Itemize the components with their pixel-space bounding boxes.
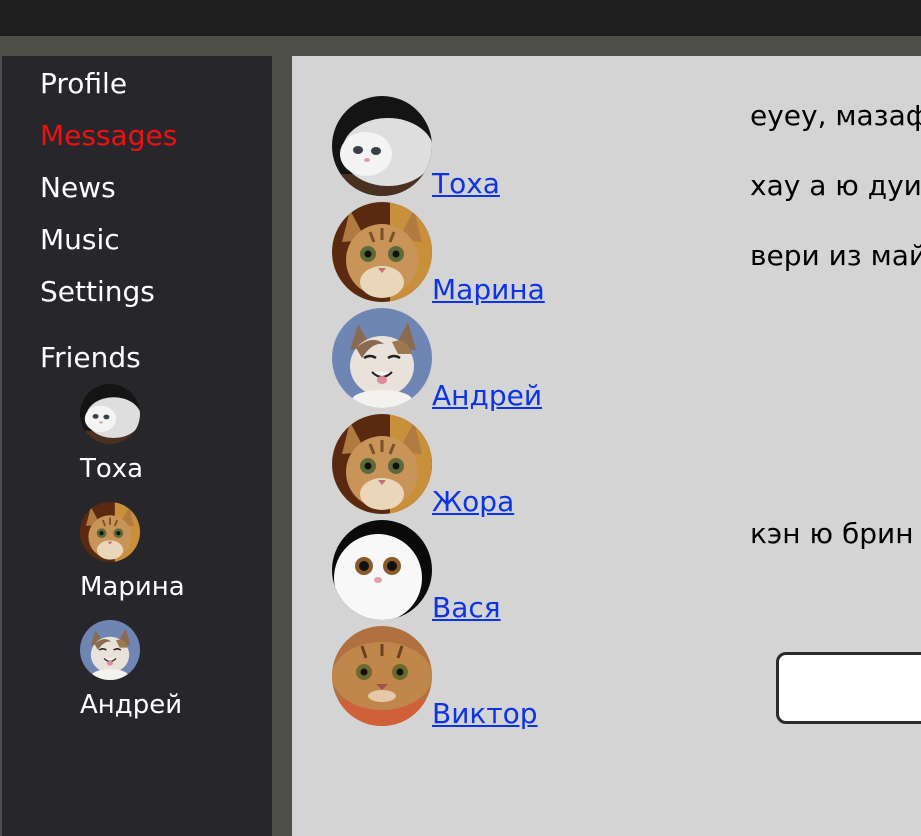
avatar (332, 626, 432, 726)
avatar (80, 620, 140, 680)
nav-profile-link[interactable]: Profile (40, 70, 127, 98)
dialog-link-toha[interactable]: Тоха (432, 170, 500, 198)
dialog-link-vasya[interactable]: Вася (432, 594, 501, 622)
top-header-bar (0, 0, 921, 36)
avatar (332, 308, 432, 408)
avatar (332, 520, 432, 620)
dialog-link-andrey[interactable]: Андрей (432, 382, 542, 410)
friend-name: Марина (80, 572, 185, 602)
friend-item-toha[interactable]: Тоха (80, 384, 220, 482)
avatar (332, 414, 432, 514)
friend-item-marina[interactable]: Марина (80, 502, 220, 600)
friend-item-andrey[interactable]: Андрей (80, 620, 220, 718)
friends-section-title: Friends (40, 341, 141, 374)
avatar (80, 502, 140, 562)
message-text: еуеу, мазаф (750, 99, 921, 132)
dialogs-content: Тоха Марина Андрей Жора Вася Виктор еуеу… (292, 56, 921, 836)
dialog-link-marina[interactable]: Марина (432, 276, 545, 304)
nav-settings-link[interactable]: Settings (40, 278, 155, 306)
dialog-link-zhora[interactable]: Жора (432, 488, 514, 516)
nav-music-link[interactable]: Music (40, 226, 120, 254)
message-text: хау а ю дуи (750, 169, 921, 202)
avatar (332, 96, 432, 196)
sidebar-nav: Profile Messages News Music Settings Fri… (2, 56, 272, 836)
message-text: кэн ю брин (750, 517, 914, 550)
avatar (332, 202, 432, 302)
friend-name: Андрей (80, 690, 183, 720)
avatar (80, 384, 140, 444)
friend-name: Тоха (80, 454, 144, 484)
dialog-link-viktor[interactable]: Виктор (432, 700, 538, 728)
nav-news-link[interactable]: News (40, 174, 116, 202)
message-text: вери из май (750, 239, 921, 272)
nav-messages-link[interactable]: Messages (40, 122, 177, 150)
message-input[interactable] (776, 652, 921, 724)
